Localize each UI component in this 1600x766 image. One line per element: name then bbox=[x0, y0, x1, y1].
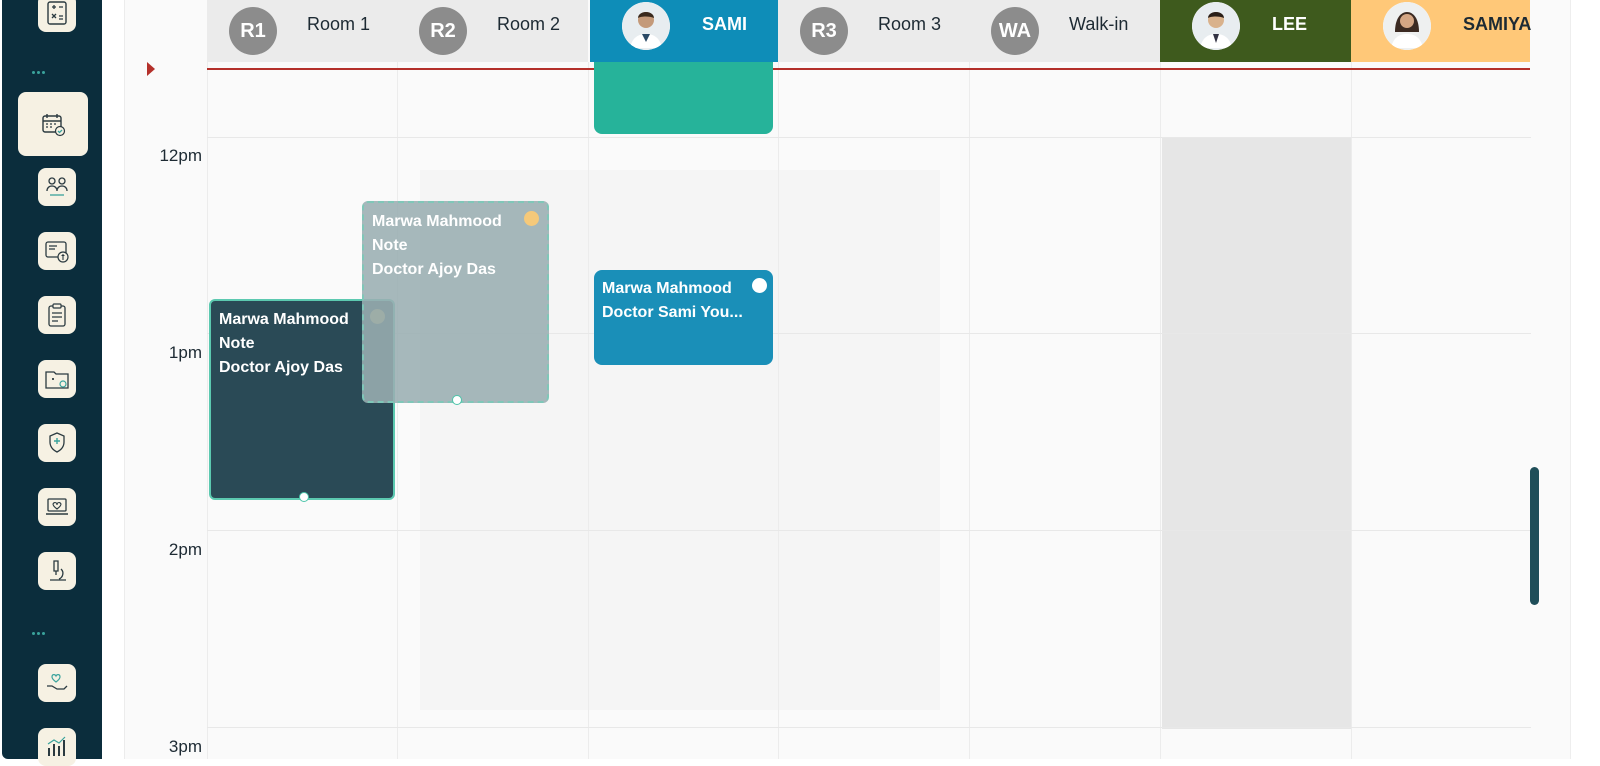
time-label-2pm: 2pm bbox=[168, 540, 202, 559]
status-dot bbox=[752, 278, 767, 293]
appointment-note: Note bbox=[219, 335, 255, 352]
time-label-1pm: 1pm bbox=[168, 343, 202, 362]
column-name: Walk-in bbox=[1069, 14, 1129, 34]
health-shield-hands-icon[interactable] bbox=[38, 424, 76, 462]
room-badge: WA bbox=[991, 7, 1039, 55]
column-divider bbox=[1160, 62, 1161, 759]
column-header-doctor-sami[interactable]: SAMI bbox=[590, 0, 778, 62]
appointment-doctor: Doctor Sami You... bbox=[602, 304, 743, 321]
column-name: Room 3 bbox=[878, 14, 942, 34]
appointment-card[interactable]: Marwa Mahmood Doctor Sami You... bbox=[594, 270, 773, 365]
hour-line bbox=[207, 727, 1531, 728]
current-time-line bbox=[207, 68, 1530, 70]
time-label-12pm: 12pm bbox=[159, 146, 202, 165]
current-time-marker bbox=[147, 62, 155, 76]
doctor-avatar bbox=[1192, 2, 1240, 50]
status-dot bbox=[524, 211, 539, 226]
hour-line bbox=[207, 137, 1531, 138]
appointment-doctor: Doctor Ajoy Das bbox=[372, 261, 496, 278]
column-divider bbox=[588, 62, 589, 759]
column-name: SAMI bbox=[702, 14, 747, 34]
column-name: Room 1 bbox=[307, 14, 371, 34]
sidebar bbox=[2, 0, 102, 766]
doctor-patient-icon[interactable] bbox=[38, 168, 76, 206]
appointment-patient: Marwa Mahmood bbox=[372, 213, 502, 230]
column-name: LEE bbox=[1272, 14, 1308, 34]
medical-folder-icon[interactable] bbox=[38, 360, 76, 398]
microscope-icon[interactable] bbox=[38, 552, 76, 590]
appointment-card[interactable] bbox=[594, 62, 773, 134]
calendar-check-icon[interactable] bbox=[18, 92, 88, 156]
clipboard-icon[interactable] bbox=[38, 296, 76, 334]
appointment-doctor: Doctor Ajoy Das bbox=[219, 359, 343, 376]
column-divider bbox=[397, 62, 398, 759]
column-name: Room 2 bbox=[497, 14, 561, 34]
appointment-patient: Marwa Mahmood bbox=[219, 311, 349, 328]
appointment-card-dragging[interactable]: Marwa Mahmood Note Doctor Ajoy Das bbox=[362, 201, 549, 405]
column-divider bbox=[1351, 62, 1352, 759]
appointment-patient: Marwa Mahmood bbox=[602, 280, 732, 297]
unavailable-block bbox=[1162, 137, 1351, 729]
heart-monitor-laptop-icon[interactable] bbox=[38, 488, 76, 526]
resize-handle[interactable] bbox=[452, 395, 462, 405]
column-header-walk-in[interactable]: WA Walk-in bbox=[969, 0, 1160, 62]
appointment-note: Note bbox=[372, 237, 408, 254]
column-header-doctor-samiya[interactable]: SAMIYA bbox=[1351, 0, 1532, 62]
room-badge: R1 bbox=[229, 7, 277, 55]
column-name: SAMIYA bbox=[1463, 14, 1532, 34]
vertical-scrollbar-thumb[interactable] bbox=[1530, 467, 1539, 605]
more-dots-icon[interactable] bbox=[32, 71, 46, 74]
time-label-3pm: 3pm bbox=[168, 737, 202, 756]
column-divider bbox=[969, 62, 970, 759]
column-divider bbox=[778, 62, 779, 759]
column-divider bbox=[207, 62, 208, 759]
billing-card-icon[interactable] bbox=[38, 232, 76, 270]
analytics-chart-icon[interactable] bbox=[38, 728, 76, 766]
doctor-avatar bbox=[1383, 2, 1431, 50]
more-dots-icon[interactable] bbox=[32, 632, 46, 635]
column-header-room-1[interactable]: R1 Room 1 bbox=[207, 0, 397, 62]
hour-line bbox=[207, 530, 1531, 531]
room-badge: R3 bbox=[800, 7, 848, 55]
doctor-avatar bbox=[622, 2, 670, 50]
column-header-doctor-lee[interactable]: LEE bbox=[1160, 0, 1351, 62]
resize-handle[interactable] bbox=[299, 492, 309, 502]
scroll-track bbox=[1570, 0, 1599, 759]
hand-care-icon[interactable] bbox=[38, 664, 76, 702]
column-header-room-3[interactable]: R3 Room 3 bbox=[778, 0, 969, 62]
room-badge: R2 bbox=[419, 7, 467, 55]
calculator-icon[interactable] bbox=[38, 0, 76, 32]
column-header-room-2[interactable]: R2 Room 2 bbox=[397, 0, 588, 62]
